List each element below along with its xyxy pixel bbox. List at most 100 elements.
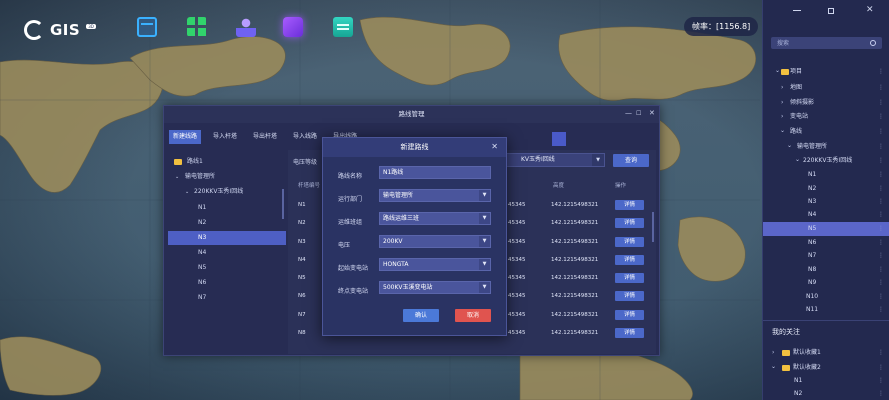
detail-button[interactable]: 详情 bbox=[615, 310, 644, 320]
minimize-icon[interactable]: — bbox=[625, 109, 632, 117]
tree-item-line[interactable]: ⌄ 220KKV玉秀Ⅰ回线 bbox=[168, 185, 286, 199]
cancel-button[interactable]: 取消 bbox=[455, 309, 491, 322]
line-select[interactable]: KV玉秀Ⅰ回线 ▼ bbox=[501, 153, 605, 167]
maximize-icon[interactable]: ☐ bbox=[636, 110, 641, 117]
tree-item-n5[interactable]: N5 ⋮ bbox=[763, 222, 889, 236]
tree-item-route[interactable]: ⌄ 路线 ⋮ bbox=[763, 125, 889, 139]
cube-3d-icon[interactable] bbox=[283, 17, 303, 37]
tree-item-map[interactable]: › 地图 ⋮ bbox=[763, 81, 889, 95]
restore-icon[interactable] bbox=[828, 8, 834, 14]
tree-item-n10[interactable]: N10 ⋮ bbox=[763, 290, 889, 304]
more-icon[interactable]: ⋮ bbox=[878, 303, 884, 317]
tree-item-dept[interactable]: ⌄ 输电管理所 bbox=[168, 170, 286, 184]
tree-item-n7[interactable]: N7 ⋮ bbox=[763, 249, 889, 263]
department-select[interactable]: 输电管理所 ▼ bbox=[379, 189, 491, 202]
tree-item-n11[interactable]: N11 ⋮ bbox=[763, 303, 889, 317]
color-swatch-button[interactable] bbox=[552, 132, 566, 146]
more-icon[interactable]: ⋮ bbox=[878, 154, 884, 168]
more-icon[interactable]: ⋮ bbox=[878, 182, 884, 196]
tree-item-substation[interactable]: › 变电站 ⋮ bbox=[763, 110, 889, 124]
tree-item-n9[interactable]: N9 ⋮ bbox=[763, 276, 889, 290]
more-icon[interactable]: ⋮ bbox=[878, 374, 884, 388]
route-tree: 路线1 ⌄ 输电管理所 ⌄ 220KKV玉秀Ⅰ回线 N1 N2 N3 N4 N5… bbox=[168, 153, 286, 353]
tree-item-n1[interactable]: N1 ⋮ bbox=[763, 168, 889, 182]
tab-export-tower[interactable]: 导出杆塔 bbox=[249, 130, 281, 144]
tree-item-label: N1 bbox=[198, 204, 207, 211]
search-icon[interactable] bbox=[870, 40, 876, 46]
tree-item-route1[interactable]: 路线1 bbox=[168, 155, 286, 169]
confirm-button[interactable]: 确认 bbox=[403, 309, 439, 322]
route-name-input[interactable]: N1路线 bbox=[379, 166, 491, 179]
tree-item-n7[interactable]: N7 bbox=[168, 291, 286, 305]
close-icon[interactable]: ✕ bbox=[649, 109, 655, 117]
voltage-select[interactable]: 200KV ▼ bbox=[379, 235, 491, 248]
more-icon[interactable]: ⋮ bbox=[878, 208, 884, 222]
search-input[interactable] bbox=[771, 37, 882, 49]
favorite-n1[interactable]: N1 ⋮ bbox=[763, 374, 889, 388]
more-icon[interactable]: ⋮ bbox=[878, 168, 884, 182]
more-icon[interactable]: ⋮ bbox=[878, 249, 884, 263]
tree-item-n3[interactable]: N3 ⋮ bbox=[763, 195, 889, 209]
more-icon[interactable]: ⋮ bbox=[878, 65, 884, 79]
tree-item-n6[interactable]: N6 ⋮ bbox=[763, 236, 889, 250]
tree-item-n4[interactable]: N4 bbox=[168, 246, 286, 260]
chevron-down-icon: ⌄ bbox=[775, 67, 781, 74]
more-icon[interactable]: ⋮ bbox=[878, 195, 884, 209]
list-panel-icon[interactable] bbox=[333, 17, 353, 37]
tree-item-n5[interactable]: N5 bbox=[168, 261, 286, 275]
tab-new-route[interactable]: 新建线路 bbox=[169, 130, 202, 144]
height-cell: 142.1215498321 bbox=[551, 293, 599, 299]
tree-item-oblique[interactable]: › 倾斜摄影 ⋮ bbox=[763, 96, 889, 110]
tree-item-n2[interactable]: N2 bbox=[168, 216, 286, 230]
grid-apps-icon[interactable] bbox=[187, 17, 207, 37]
more-icon[interactable]: ⋮ bbox=[878, 140, 884, 154]
tree-item-n6[interactable]: N6 bbox=[168, 276, 286, 290]
detail-button[interactable]: 详情 bbox=[615, 291, 644, 301]
detail-button[interactable]: 详情 bbox=[615, 218, 644, 228]
user-location-icon[interactable] bbox=[236, 17, 256, 37]
tree-item-dept[interactable]: ⌄ 输电管理所 ⋮ bbox=[763, 140, 889, 154]
more-icon[interactable]: ⋮ bbox=[878, 236, 884, 250]
more-icon[interactable]: ⋮ bbox=[878, 96, 884, 110]
tree-item-n2[interactable]: N2 ⋮ bbox=[763, 182, 889, 196]
tree-item-project[interactable]: ⌄ 项目 ⋮ bbox=[763, 65, 889, 79]
detail-button[interactable]: 详情 bbox=[615, 273, 644, 283]
favorite-item-2[interactable]: ⌄ 默认收藏2 ⋮ bbox=[763, 361, 889, 375]
close-icon[interactable]: ✕ bbox=[866, 5, 874, 15]
tree-item-n1[interactable]: N1 bbox=[168, 201, 286, 215]
detail-button[interactable]: 详情 bbox=[615, 237, 644, 247]
tree-scrollbar[interactable] bbox=[282, 189, 284, 219]
detail-button[interactable]: 详情 bbox=[615, 200, 644, 210]
tab-import-tower[interactable]: 导入杆塔 bbox=[209, 130, 241, 144]
detail-button[interactable]: 详情 bbox=[615, 255, 644, 265]
query-button[interactable]: 查询 bbox=[613, 154, 649, 167]
favorite-n2[interactable]: N2 ⋮ bbox=[763, 387, 889, 400]
tree-item-label: N3 bbox=[198, 234, 207, 241]
more-icon[interactable]: ⋮ bbox=[878, 263, 884, 277]
more-icon[interactable]: ⋮ bbox=[878, 276, 884, 290]
tree-item-n4[interactable]: N4 ⋮ bbox=[763, 208, 889, 222]
tree-item-n8[interactable]: N8 ⋮ bbox=[763, 263, 889, 277]
end-station-label: 终点变电站 bbox=[338, 288, 369, 295]
favorite-item-1[interactable]: › 默认收藏1 ⋮ bbox=[763, 346, 889, 360]
table-scrollbar[interactable] bbox=[652, 212, 654, 242]
detail-button[interactable]: 详情 bbox=[615, 328, 644, 338]
tree-item-line[interactable]: ⌄ 220KKV玉秀Ⅰ回线 ⋮ bbox=[763, 154, 889, 168]
more-icon[interactable]: ⋮ bbox=[878, 387, 884, 400]
more-icon[interactable]: ⋮ bbox=[878, 361, 884, 375]
minimize-icon[interactable] bbox=[793, 10, 801, 11]
tab-import-route[interactable]: 导入线路 bbox=[289, 130, 321, 144]
more-icon[interactable]: ⋮ bbox=[878, 346, 884, 360]
start-station-select[interactable]: HONGTA ▼ bbox=[379, 258, 491, 271]
more-icon[interactable]: ⋮ bbox=[878, 125, 884, 139]
tree-item-n3[interactable]: N3 bbox=[168, 231, 286, 245]
team-select[interactable]: 路线运维三班 ▼ bbox=[379, 212, 491, 225]
close-icon[interactable]: ✕ bbox=[491, 142, 498, 151]
chevron-down-icon: ⌄ bbox=[185, 189, 190, 195]
more-icon[interactable]: ⋮ bbox=[878, 222, 884, 236]
end-station-select[interactable]: 500KV玉溪变电站 ▼ bbox=[379, 281, 491, 294]
more-icon[interactable]: ⋮ bbox=[878, 81, 884, 95]
layers-icon[interactable] bbox=[137, 17, 157, 37]
more-icon[interactable]: ⋮ bbox=[878, 110, 884, 124]
more-icon[interactable]: ⋮ bbox=[878, 290, 884, 304]
